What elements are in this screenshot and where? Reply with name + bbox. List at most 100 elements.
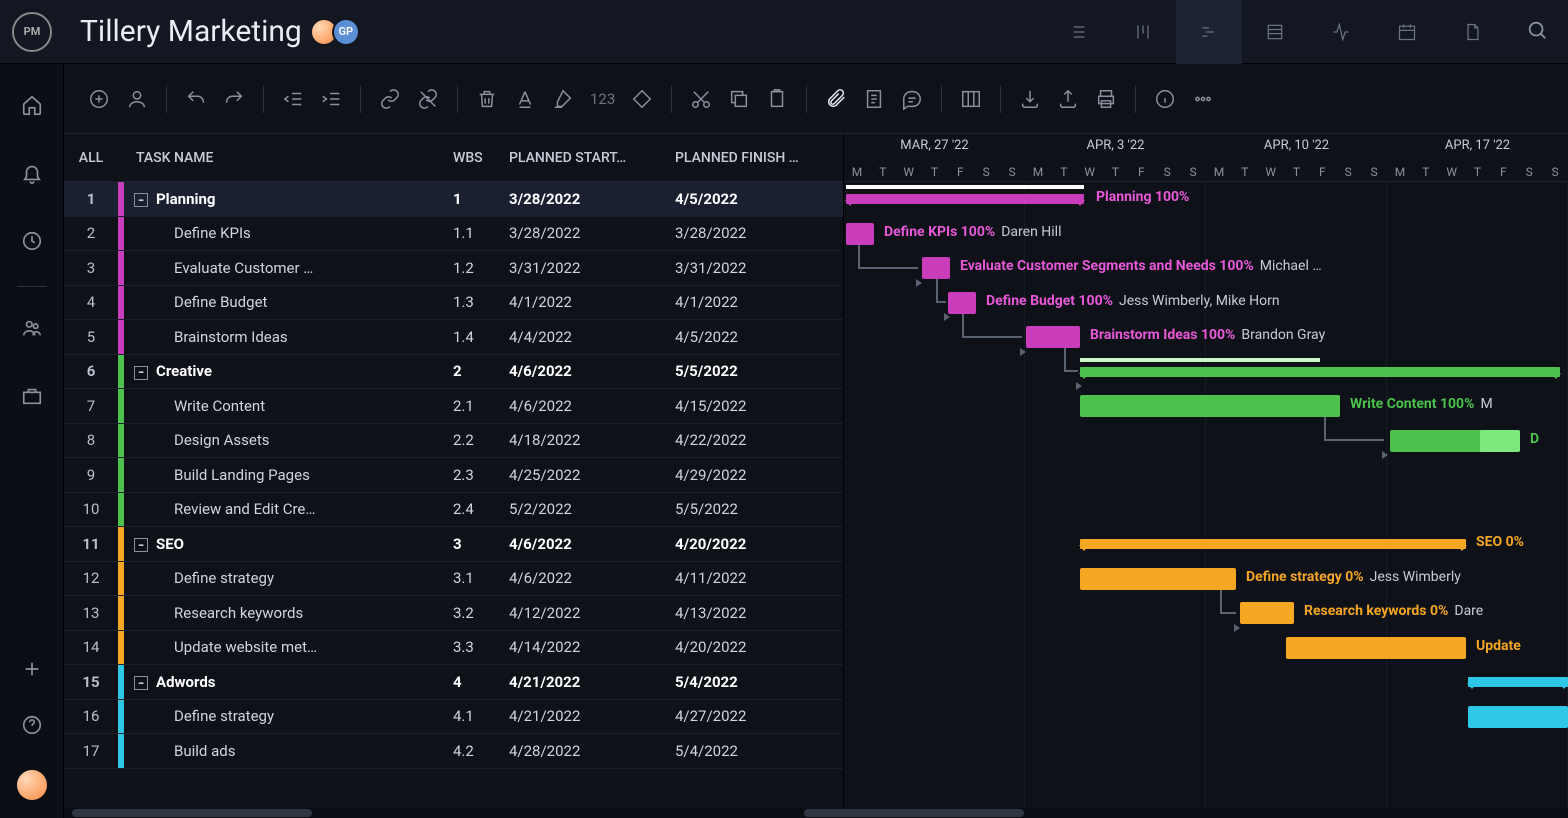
wbs-cell[interactable]: 2.2 bbox=[453, 431, 509, 449]
finish-cell[interactable]: 4/11/2022 bbox=[675, 569, 843, 587]
view-sheet-icon[interactable] bbox=[1242, 0, 1308, 64]
start-cell[interactable]: 4/21/2022 bbox=[509, 707, 675, 725]
team-icon[interactable] bbox=[21, 317, 43, 343]
finish-cell[interactable]: 4/15/2022 bbox=[675, 397, 843, 415]
col-finish[interactable]: PLANNED FINISH … bbox=[675, 150, 843, 166]
task-name[interactable]: Define KPIs bbox=[124, 224, 453, 242]
task-name[interactable]: Review and Edit Cre… bbox=[124, 500, 453, 518]
task-row[interactable]: 7Write Content2.14/6/20224/15/2022 bbox=[64, 389, 843, 424]
gantt-task-bar[interactable] bbox=[1240, 602, 1294, 624]
finish-cell[interactable]: 4/29/2022 bbox=[675, 466, 843, 484]
info-icon[interactable] bbox=[1154, 88, 1176, 110]
gantt-task-bar[interactable] bbox=[1080, 395, 1340, 417]
clock-icon[interactable] bbox=[21, 230, 43, 256]
start-cell[interactable]: 5/2/2022 bbox=[509, 500, 675, 518]
finish-cell[interactable]: 4/20/2022 bbox=[675, 638, 843, 656]
start-cell[interactable]: 4/18/2022 bbox=[509, 431, 675, 449]
gantt-task-bar[interactable] bbox=[1468, 706, 1568, 728]
wbs-cell[interactable]: 3.3 bbox=[453, 638, 509, 656]
paste-icon[interactable] bbox=[766, 88, 788, 110]
wbs-cell[interactable]: 1 bbox=[453, 190, 509, 208]
app-logo[interactable]: PM bbox=[12, 12, 52, 52]
task-row[interactable]: 4Define Budget1.34/1/20224/1/2022 bbox=[64, 286, 843, 321]
columns-icon[interactable] bbox=[960, 88, 982, 110]
col-start[interactable]: PLANNED START… bbox=[509, 150, 675, 166]
view-calendar-icon[interactable] bbox=[1374, 0, 1440, 64]
finish-cell[interactable]: 4/20/2022 bbox=[675, 535, 843, 553]
start-cell[interactable]: 4/14/2022 bbox=[509, 638, 675, 656]
indent-icon[interactable] bbox=[320, 88, 342, 110]
task-name[interactable]: Define Budget bbox=[124, 293, 453, 311]
gantt-task-bar[interactable] bbox=[922, 257, 950, 279]
briefcase-icon[interactable] bbox=[21, 385, 43, 411]
task-name[interactable]: Evaluate Customer … bbox=[124, 259, 453, 277]
finish-cell[interactable]: 5/5/2022 bbox=[675, 500, 843, 518]
gantt-chart[interactable]: MAR, 27 '22MTWTFSSAPR, 3 '22MTWTFSSAPR, … bbox=[844, 134, 1568, 818]
help-icon[interactable] bbox=[21, 714, 43, 740]
task-name[interactable]: Write Content bbox=[124, 397, 453, 415]
finish-cell[interactable]: 5/4/2022 bbox=[675, 742, 843, 760]
print-icon[interactable] bbox=[1095, 88, 1117, 110]
task-name[interactable]: Build Landing Pages bbox=[124, 466, 453, 484]
bell-icon[interactable] bbox=[21, 162, 43, 188]
task-name[interactable]: −SEO bbox=[124, 535, 453, 553]
task-name[interactable]: Define strategy bbox=[124, 707, 453, 725]
finish-cell[interactable]: 4/27/2022 bbox=[675, 707, 843, 725]
task-row[interactable]: 5Brainstorm Ideas1.44/4/20224/5/2022 bbox=[64, 320, 843, 355]
redo-icon[interactable] bbox=[223, 88, 245, 110]
view-activity-icon[interactable] bbox=[1308, 0, 1374, 64]
task-row[interactable]: 15−Adwords44/21/20225/4/2022 bbox=[64, 665, 843, 700]
milestone-icon[interactable] bbox=[631, 88, 653, 110]
start-cell[interactable]: 3/28/2022 bbox=[509, 190, 675, 208]
task-row[interactable]: 6−Creative24/6/20225/5/2022 bbox=[64, 355, 843, 390]
start-cell[interactable]: 4/6/2022 bbox=[509, 397, 675, 415]
finish-cell[interactable]: 4/5/2022 bbox=[675, 190, 843, 208]
task-name[interactable]: −Creative bbox=[124, 362, 453, 380]
view-board-icon[interactable] bbox=[1110, 0, 1176, 64]
task-row[interactable]: 12Define strategy3.14/6/20224/11/2022 bbox=[64, 562, 843, 597]
task-row[interactable]: 9Build Landing Pages2.34/25/20224/29/202… bbox=[64, 458, 843, 493]
cut-icon[interactable] bbox=[690, 88, 712, 110]
wbs-cell[interactable]: 1.3 bbox=[453, 293, 509, 311]
view-gantt-icon[interactable] bbox=[1176, 0, 1242, 64]
home-icon[interactable] bbox=[21, 94, 43, 120]
finish-cell[interactable]: 4/13/2022 bbox=[675, 604, 843, 622]
wbs-cell[interactable]: 4 bbox=[453, 673, 509, 691]
start-cell[interactable]: 4/12/2022 bbox=[509, 604, 675, 622]
avatar[interactable]: GP bbox=[332, 18, 360, 46]
task-name[interactable]: Define strategy bbox=[124, 569, 453, 587]
more-icon[interactable] bbox=[1192, 88, 1214, 110]
collapse-icon[interactable]: − bbox=[134, 193, 148, 207]
horizontal-scrollbar[interactable] bbox=[64, 808, 1568, 818]
wbs-cell[interactable]: 2.4 bbox=[453, 500, 509, 518]
finish-cell[interactable]: 4/22/2022 bbox=[675, 431, 843, 449]
undo-icon[interactable] bbox=[185, 88, 207, 110]
start-cell[interactable]: 4/4/2022 bbox=[509, 328, 675, 346]
wbs-cell[interactable]: 4.2 bbox=[453, 742, 509, 760]
task-row[interactable]: 17Build ads4.24/28/20225/4/2022 bbox=[64, 734, 843, 769]
outdent-icon[interactable] bbox=[282, 88, 304, 110]
gantt-summary-bar[interactable] bbox=[846, 194, 1084, 204]
plus-icon[interactable] bbox=[21, 658, 43, 684]
task-row[interactable]: 14Update website met…3.34/14/20224/20/20… bbox=[64, 631, 843, 666]
task-name[interactable]: −Planning bbox=[124, 190, 453, 208]
start-cell[interactable]: 4/6/2022 bbox=[509, 569, 675, 587]
gantt-summary-bar[interactable] bbox=[1080, 367, 1560, 377]
collapse-icon[interactable]: − bbox=[134, 676, 148, 690]
text-style-icon[interactable] bbox=[514, 88, 536, 110]
wbs-cell[interactable]: 3.1 bbox=[453, 569, 509, 587]
wbs-cell[interactable]: 4.1 bbox=[453, 707, 509, 725]
finish-cell[interactable]: 5/5/2022 bbox=[675, 362, 843, 380]
assign-icon[interactable] bbox=[126, 88, 148, 110]
wbs-cell[interactable]: 1.4 bbox=[453, 328, 509, 346]
search-icon[interactable] bbox=[1526, 19, 1548, 45]
task-row[interactable]: 3Evaluate Customer …1.23/31/20223/31/202… bbox=[64, 251, 843, 286]
task-row[interactable]: 16Define strategy4.14/21/20224/27/2022 bbox=[64, 700, 843, 735]
view-list-icon[interactable] bbox=[1044, 0, 1110, 64]
scroll-thumb[interactable] bbox=[72, 809, 312, 817]
gantt-summary-bar[interactable] bbox=[1080, 539, 1466, 549]
gantt-task-bar[interactable] bbox=[1286, 637, 1466, 659]
task-name[interactable]: Brainstorm Ideas bbox=[124, 328, 453, 346]
finish-cell[interactable]: 5/4/2022 bbox=[675, 673, 843, 691]
start-cell[interactable]: 4/6/2022 bbox=[509, 535, 675, 553]
